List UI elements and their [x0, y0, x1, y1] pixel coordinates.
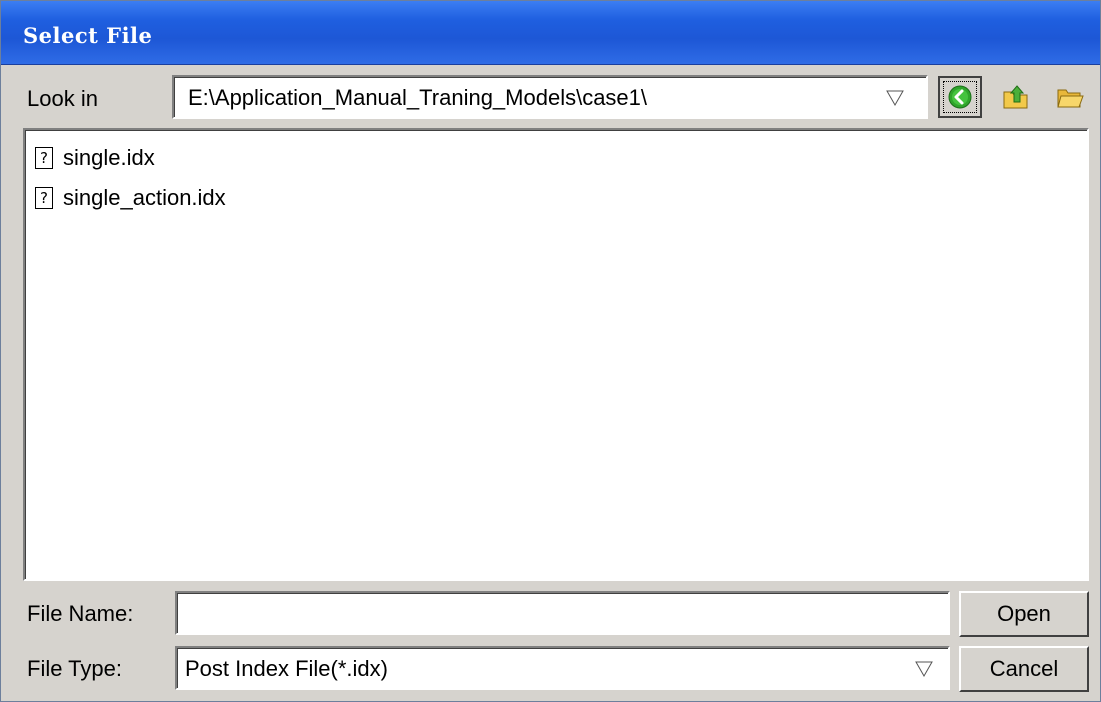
new-folder-icon [1057, 89, 1084, 108]
up-folder-icon [1003, 85, 1028, 109]
open-button[interactable]: Open [959, 591, 1089, 637]
chevron-down-icon[interactable] [915, 660, 933, 678]
list-item[interactable]: ? single.idx [35, 143, 155, 173]
list-item[interactable]: ? single_action.idx [35, 183, 226, 213]
cancel-button[interactable]: Cancel [959, 646, 1089, 692]
up-one-level-button[interactable] [994, 76, 1038, 118]
back-button[interactable] [938, 76, 982, 118]
file-name: single_action.idx [63, 185, 226, 210]
back-arrow-icon [948, 85, 972, 109]
file-type-combobox[interactable]: Post Index File(*.idx) [175, 646, 950, 690]
title-bar[interactable]: Select File [1, 1, 1100, 65]
file-name-input[interactable] [175, 591, 950, 635]
unknown-file-icon: ? [35, 187, 53, 209]
unknown-file-icon: ? [35, 147, 53, 169]
select-file-dialog: Select File Look in E:\Application_Manua… [0, 0, 1101, 702]
window-title: Select File [23, 23, 153, 48]
new-folder-button[interactable] [1048, 76, 1092, 118]
file-list[interactable]: ? single.idx ? single_action.idx [23, 128, 1089, 581]
file-name-label: File Name: [27, 601, 134, 626]
chevron-down-icon[interactable] [886, 89, 904, 107]
look-in-combobox[interactable]: E:\Application_Manual_Traning_Models\cas… [172, 75, 928, 119]
file-type-label: File Type: [27, 656, 122, 681]
look-in-path: E:\Application_Manual_Traning_Models\cas… [188, 85, 648, 110]
look-in-label: Look in [27, 86, 98, 111]
file-type-value: Post Index File(*.idx) [185, 656, 388, 681]
file-name: single.idx [63, 145, 155, 170]
